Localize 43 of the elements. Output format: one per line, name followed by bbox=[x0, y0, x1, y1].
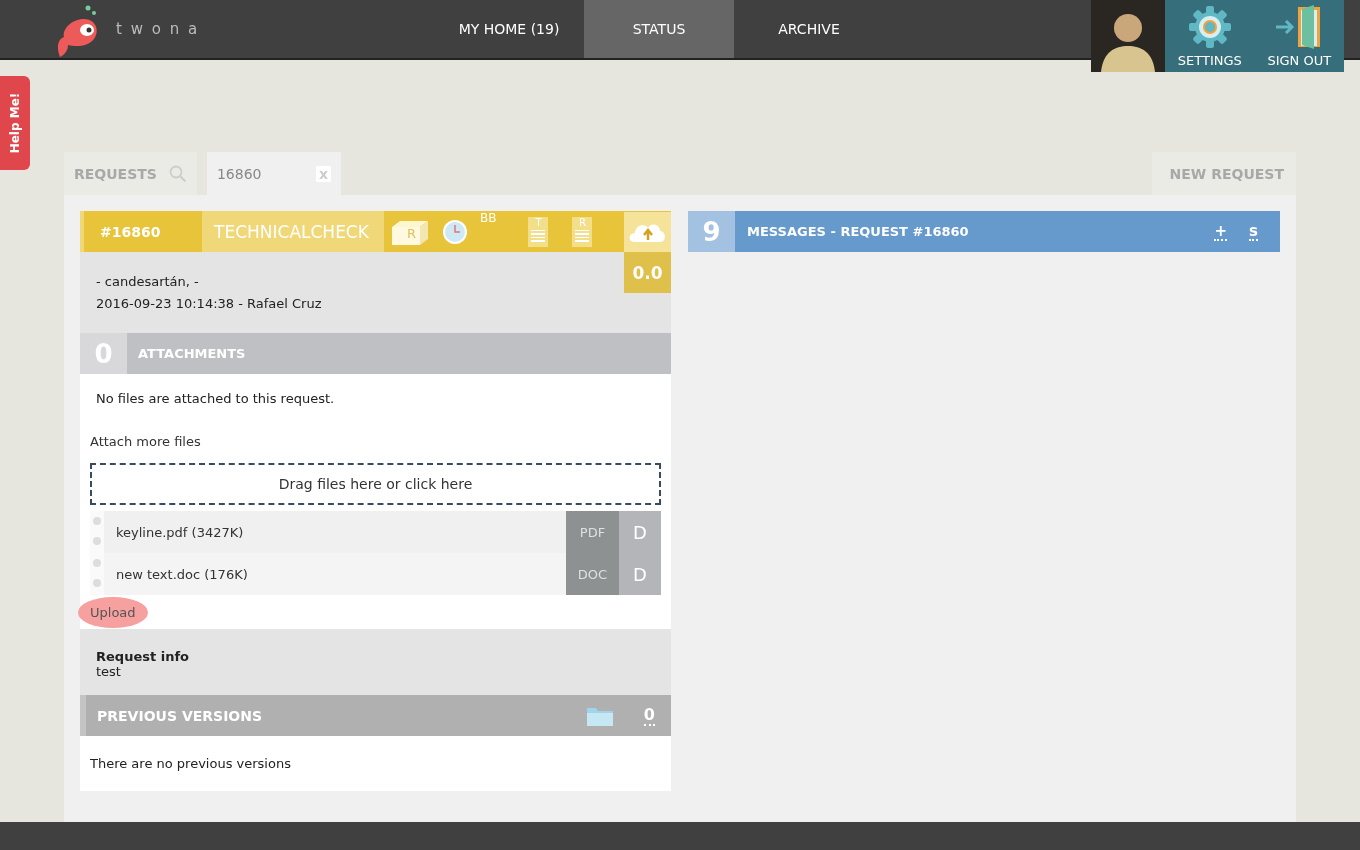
section-title: PREVIOUS VERSIONS bbox=[96, 707, 264, 724]
new-request-tab[interactable]: NEW REQUEST bbox=[1151, 152, 1296, 195]
nav-tab[interactable]: MY HOME (19) bbox=[434, 0, 584, 58]
request-detail: 2016-09-23 10:14:38 - Rafael Cruz bbox=[96, 295, 323, 313]
request-detail: - candesartán, - bbox=[96, 273, 200, 291]
file-row[interactable]: new text.doc (176K) DOC D bbox=[90, 553, 661, 595]
sign-out-button[interactable]: SIGN OUT bbox=[1267, 5, 1332, 68]
file-action-button[interactable]: D bbox=[619, 553, 661, 595]
settings-button[interactable]: SETTINGS bbox=[1177, 5, 1242, 68]
file-name: new text.doc (176K) bbox=[116, 566, 249, 582]
file-type: DOC bbox=[566, 553, 619, 595]
nav-tab[interactable]: ARCHIVE bbox=[734, 0, 884, 58]
message-count: 9 bbox=[688, 211, 735, 252]
settings-icon bbox=[1187, 5, 1232, 49]
empty-message: There are no previous versions bbox=[90, 756, 292, 771]
drag-handle-icon[interactable] bbox=[90, 511, 104, 553]
score-badge: 0.0 bbox=[624, 252, 671, 293]
file-name: keyline.pdf (3427K) bbox=[116, 524, 245, 540]
clock-icon[interactable] bbox=[442, 218, 468, 245]
drop-zone[interactable]: Drag files here or click here bbox=[90, 463, 661, 505]
drag-handle-icon[interactable] bbox=[90, 553, 104, 595]
nav-tab[interactable]: STATUS bbox=[584, 0, 734, 58]
avatar[interactable] bbox=[1091, 0, 1165, 72]
version-count[interactable]: 0 bbox=[643, 705, 655, 726]
status-label: TECHNICALCHECK bbox=[202, 211, 384, 252]
request-tab[interactable]: REQUESTS bbox=[64, 152, 197, 195]
file-row[interactable]: keyline.pdf (3427K) PDF D bbox=[90, 511, 661, 553]
file-action-button[interactable]: D bbox=[619, 511, 661, 553]
message-action-button[interactable]: s bbox=[1249, 222, 1258, 241]
search-icon bbox=[168, 164, 187, 183]
file-type: PDF bbox=[566, 511, 619, 553]
empty-message: No files are attached to this request. bbox=[95, 390, 336, 406]
logo-text: t w o n a bbox=[116, 20, 200, 38]
upload-button[interactable]: Upload bbox=[78, 596, 148, 628]
request-info-text: test bbox=[96, 664, 122, 679]
cloud-upload-icon[interactable] bbox=[624, 211, 671, 252]
bb-label: BB bbox=[480, 210, 497, 225]
help-tab[interactable]: Help Me! bbox=[0, 76, 30, 170]
attach-label: Attach more files bbox=[90, 433, 202, 451]
messages-title: MESSAGES - REQUEST #16860 bbox=[746, 224, 970, 239]
request-info-title: Request info bbox=[96, 649, 190, 664]
message-action-button[interactable]: + bbox=[1214, 222, 1228, 241]
section-title: ATTACHMENTS bbox=[137, 346, 246, 361]
